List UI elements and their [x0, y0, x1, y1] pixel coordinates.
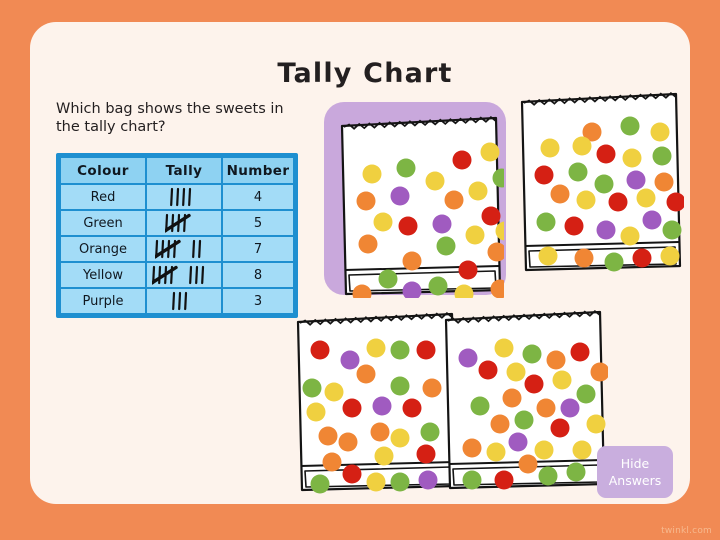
- cell-colour: Purple: [61, 289, 145, 313]
- cell-number: 7: [223, 237, 293, 261]
- cell-tally-marks: [147, 185, 221, 209]
- hide-answers-button[interactable]: Hide Answers: [597, 446, 673, 498]
- slide-root: Tally Chart Which bag shows the sweets i…: [0, 0, 720, 540]
- cell-number: 5: [223, 211, 293, 235]
- sweet-bag-1[interactable]: [336, 112, 504, 298]
- cell-tally-marks: [147, 237, 221, 261]
- cell-tally-marks: [147, 211, 221, 235]
- table-row: Red 4: [61, 185, 293, 209]
- hide-answers-line1: Hide: [620, 456, 650, 471]
- cell-number: 4: [223, 185, 293, 209]
- tally-chart-table: Colour Tally Number Red 4 Green 5 Orange 7 Yel…: [56, 153, 298, 318]
- page-title: Tally Chart: [277, 58, 453, 89]
- cell-colour: Red: [61, 185, 145, 209]
- cell-colour: Yellow: [61, 263, 145, 287]
- column-header-colour: Colour: [61, 158, 145, 183]
- table-row: Green 5: [61, 211, 293, 235]
- table-row: Purple 3: [61, 289, 293, 313]
- sweet-bag-3[interactable]: [292, 308, 460, 494]
- table-row: Yellow 8: [61, 263, 293, 287]
- table-row: Orange 7: [61, 237, 293, 261]
- question-text: Which bag shows the sweets in the tally …: [56, 101, 284, 135]
- column-header-tally: Tally: [147, 158, 221, 183]
- table-header-row: Colour Tally Number: [61, 158, 293, 183]
- hide-answers-line2: Answers: [608, 473, 662, 488]
- table-body: Red 4 Green 5 Orange 7 Yellow 8 Purple 3: [61, 185, 293, 313]
- cell-colour: Green: [61, 211, 145, 235]
- twinkl-watermark: twinkl.com: [661, 526, 712, 536]
- cell-colour: Orange: [61, 237, 145, 261]
- cell-number: 8: [223, 263, 293, 287]
- cell-number: 3: [223, 289, 293, 313]
- sweet-bag-2[interactable]: [516, 88, 684, 274]
- cell-tally-marks: [147, 263, 221, 287]
- cell-tally-marks: [147, 289, 221, 313]
- sweet-bag-4[interactable]: [440, 306, 608, 492]
- column-header-number: Number: [223, 158, 293, 183]
